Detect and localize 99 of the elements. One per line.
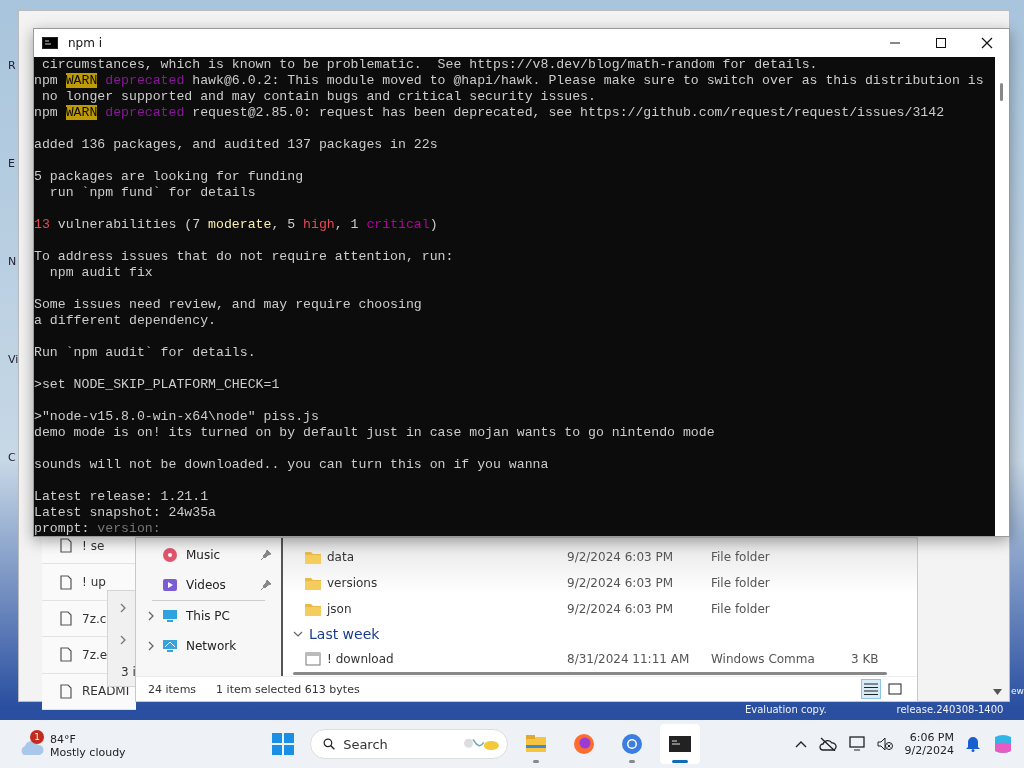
- file-name[interactable]: ! download: [327, 652, 394, 666]
- music-icon: [162, 547, 178, 563]
- search-bar[interactable]: Search: [310, 729, 508, 759]
- table-cell-text: File folder: [711, 602, 771, 616]
- table-cell-text: 9/2/2024 6:03 PM: [567, 576, 675, 590]
- file-name[interactable]: 7z.e: [82, 647, 108, 662]
- file-name[interactable]: versions: [327, 576, 378, 590]
- terminal-line: npm WARN deprecated hawk@6.0.2: This module moved to @hapi/hawk. Please make sure to switch over as this distribution is: [34, 73, 985, 89]
- horizontal-scrollbar[interactable]: [293, 672, 887, 675]
- file-name[interactable]: data: [327, 550, 355, 564]
- group-header[interactable]: Last week: [293, 622, 917, 646]
- speaker-muted-icon[interactable]: [876, 737, 893, 751]
- pin-icon[interactable]: [261, 550, 271, 560]
- desktop-watermark-text: release.240308-1400: [896, 704, 1004, 715]
- chevron-right-icon[interactable]: [148, 641, 154, 651]
- nav-item[interactable]: Videos: [136, 570, 281, 600]
- chevron-right-icon[interactable]: [120, 603, 126, 613]
- window-title: npm i: [68, 36, 103, 50]
- desktop-icon-label[interactable]: E: [8, 156, 19, 254]
- terminal-line: sounds will not be downloaded.. you can turn this on if you wanna: [34, 457, 550, 473]
- table-cell-text: 8/31/2024 11:11 AM: [567, 652, 691, 666]
- terminal-line: Latest release: 1.21.1: [34, 489, 210, 505]
- taskbar-app-button[interactable]: [660, 724, 700, 764]
- terminal-icon: [42, 37, 58, 49]
- clock[interactable]: 6:06 PM 9/2/2024: [904, 731, 954, 757]
- weather-text: Mostly cloudy: [50, 746, 126, 759]
- terminal-line: To address issues that do not require attention, run:: [34, 249, 455, 265]
- file-icon: [60, 574, 72, 590]
- terminal-line: npm WARN deprecated request@2.85.0: request has been deprecated, see https://github.com/request/request/issues/3142: [34, 105, 946, 121]
- details-view-button[interactable]: [861, 679, 881, 699]
- file-name[interactable]: json: [327, 602, 352, 616]
- status-text: 1 item selected 613 bytes: [216, 682, 360, 696]
- nav-item[interactable]: Music: [136, 540, 281, 570]
- window-text: ew: [1011, 686, 1024, 696]
- nav-item[interactable]: Network: [136, 631, 281, 661]
- file-name[interactable]: ! up: [82, 575, 106, 590]
- maximize-icon[interactable]: [935, 37, 947, 49]
- terminal-line: run `npm fund` for details: [48, 185, 257, 201]
- windows-logo-icon[interactable]: [272, 733, 294, 755]
- bell-icon[interactable]: [966, 736, 980, 752]
- table-cell-text: 9/2/2024 6:03 PM: [567, 602, 675, 616]
- desktop-icon-label[interactable]: R: [8, 58, 19, 156]
- pc-icon: [162, 608, 178, 624]
- search-input[interactable]: Search: [341, 735, 456, 753]
- table-cell: 3 KB: [851, 652, 879, 666]
- nav-item[interactable]: This PC: [136, 601, 281, 631]
- desktop-icon-label[interactable]: N: [8, 254, 19, 352]
- desktop-icon-label[interactable]: Vi: [8, 352, 19, 450]
- file-icon: [60, 683, 72, 699]
- browser-icon: [620, 732, 644, 756]
- cloud-offline-icon[interactable]: [818, 737, 837, 751]
- table-cell-text: File folder: [711, 576, 771, 590]
- monitor-icon[interactable]: [848, 736, 865, 752]
- browser-icon: [572, 732, 596, 756]
- status-text: 24 items: [148, 682, 197, 696]
- terminal-line: demo mode is on! its turned on by default just in case mojan wants to go nintendo mode: [34, 425, 716, 441]
- scroll-down-arrow-icon[interactable]: [993, 689, 1002, 695]
- terminal-line: Latest snapshot: 24w35a: [34, 505, 218, 521]
- terminal-line: >set NODE_SKIP_PLATFORM_CHECK=1: [34, 377, 281, 393]
- terminal-line: Some issues need review, and may require choosing: [34, 297, 423, 313]
- temperature-text: 84°F: [50, 733, 77, 746]
- terminal-line: >"node-v15.8.0-win-x64\node" piss.js: [34, 409, 320, 425]
- chevron-up-icon[interactable]: [794, 740, 807, 748]
- folder-icon: [305, 550, 321, 564]
- search-icon: [323, 736, 336, 752]
- file-name[interactable]: ! se: [82, 538, 105, 553]
- videos-icon: [162, 577, 178, 593]
- terminal-line: no longer supported and may contain bugs and critical security issues.: [40, 89, 597, 105]
- vertical-scrollbar[interactable]: [995, 57, 1009, 536]
- terminal-line: 13 vulnerabilities (7 moderate, 5 high, 1 critical): [34, 217, 439, 233]
- file-name[interactable]: 7z.c: [82, 611, 107, 626]
- scrollbar-thumb[interactable]: [1000, 83, 1003, 101]
- terminal-line: npm audit fix: [48, 265, 154, 281]
- folder-icon: [305, 576, 321, 590]
- terminal-line: Run `npm audit` for details.: [34, 345, 257, 361]
- terminal-line: added 136 packages, and audited 137 packages in 22s: [34, 137, 439, 153]
- file-icon: [60, 611, 72, 626]
- terminal-line: 5 packages are looking for funding: [34, 169, 305, 185]
- chevron-right-icon[interactable]: [148, 611, 154, 621]
- pin-icon[interactable]: [261, 580, 271, 590]
- file-icon: [60, 538, 72, 554]
- script-file-icon: [305, 652, 321, 666]
- close-icon[interactable]: [981, 37, 993, 49]
- network-icon: [162, 638, 178, 654]
- weather-widget[interactable]: 1 84°F Mostly cloudy: [0, 726, 252, 762]
- terminal-line: a different dependency.: [34, 313, 218, 329]
- chevron-down-icon[interactable]: [293, 631, 303, 637]
- chevron-right-icon[interactable]: [120, 635, 126, 645]
- table-cell-text: Windows Comma: [711, 652, 816, 666]
- table-cell-text: File folder: [711, 550, 771, 564]
- table-cell-text: 9/2/2024 6:03 PM: [567, 550, 675, 564]
- terminal-line: circumstances, which is known to be problematic. See https://v8.dev/blog/math-random for details.: [40, 57, 819, 73]
- status-text: 3 i: [121, 665, 136, 679]
- file-icon: [60, 647, 72, 663]
- notification-badge: 1: [30, 730, 44, 744]
- desktop-watermark-text: Evaluation copy.: [745, 704, 827, 715]
- desktop-icon-label[interactable]: C: [8, 450, 19, 548]
- terminal-line: prompt: version:: [34, 521, 162, 536]
- folder-icon: [305, 602, 321, 616]
